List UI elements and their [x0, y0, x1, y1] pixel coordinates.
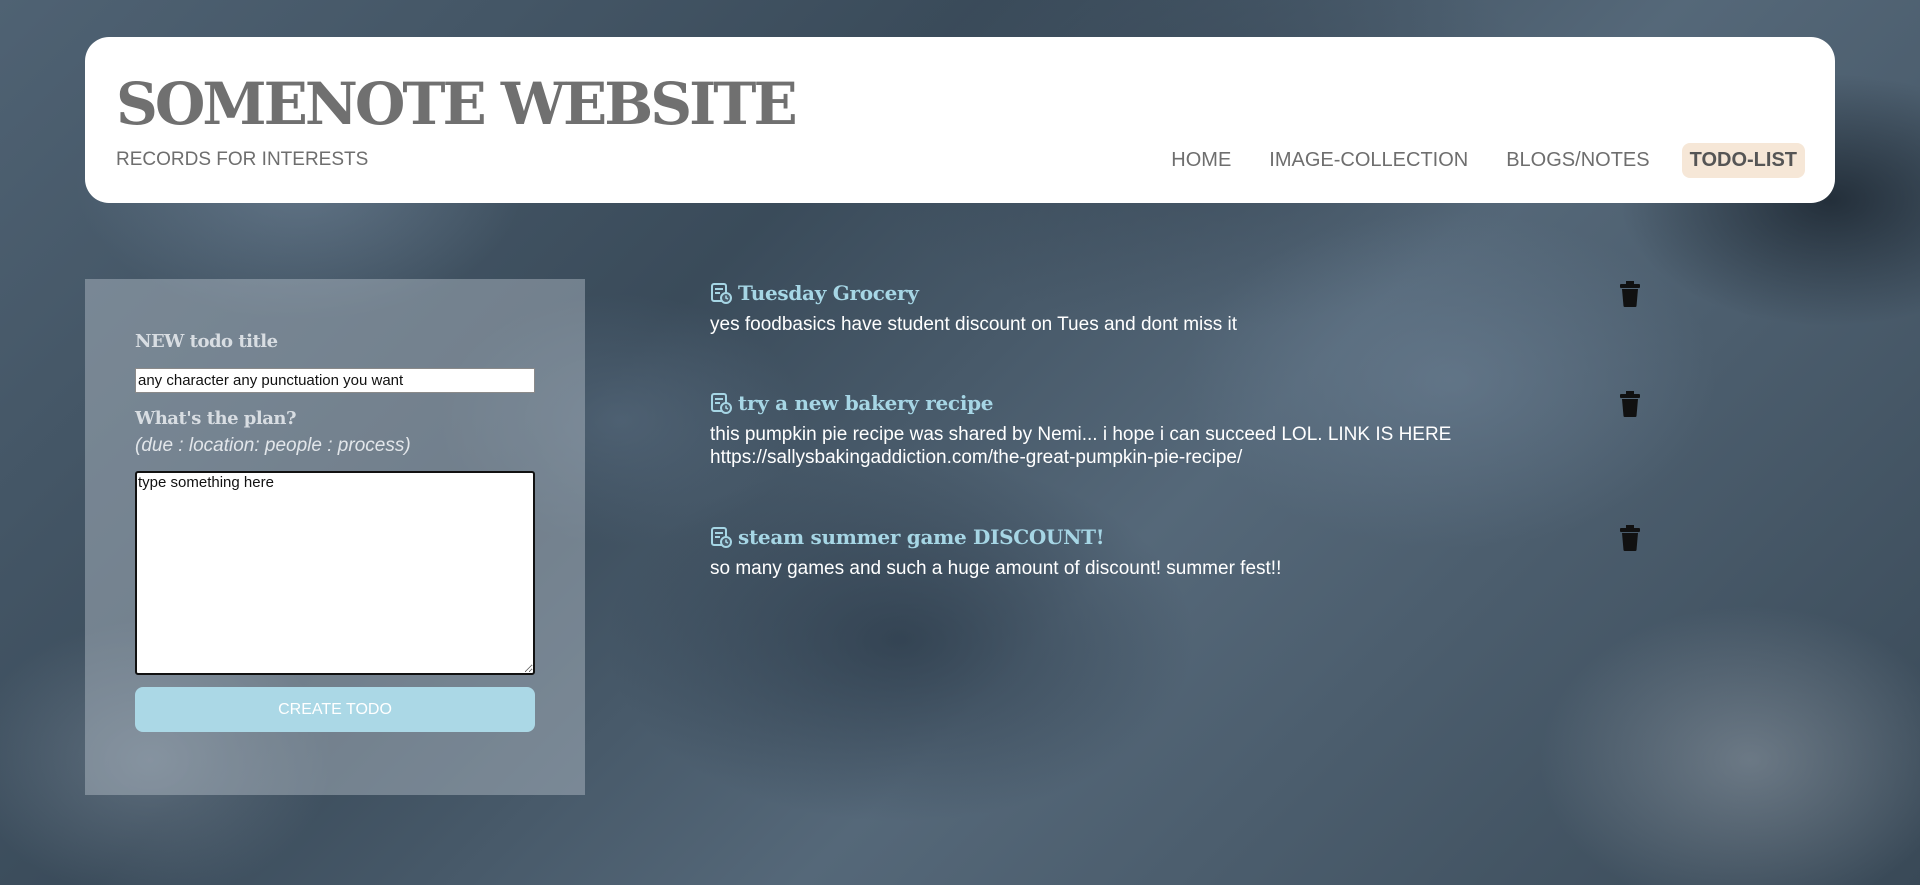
site-subtitle: RECORDS FOR INTERESTS — [116, 149, 369, 170]
todo-title: steam summer game DISCOUNT! — [738, 525, 1105, 549]
trash-icon[interactable] — [1620, 525, 1640, 551]
todo-title-label: NEW todo title — [135, 331, 278, 352]
task-list-icon — [710, 282, 732, 304]
trash-icon[interactable] — [1620, 391, 1640, 417]
nav-item-blogs-notes[interactable]: BLOGS/NOTES — [1492, 143, 1663, 178]
todo-head: try a new bakery recipe — [710, 389, 1640, 417]
task-list-icon — [710, 392, 732, 414]
task-list-icon — [710, 526, 732, 548]
todo-body: so many games and such a huge amount of … — [710, 558, 1282, 579]
nav-item-home[interactable]: HOME — [1157, 143, 1245, 178]
todo-title: try a new bakery recipe — [738, 391, 994, 415]
todo-body: yes foodbasics have student discount on … — [710, 314, 1238, 335]
todo-plan-textarea[interactable]: type something here — [135, 471, 535, 675]
todo-head: steam summer game DISCOUNT! — [710, 523, 1640, 551]
trash-icon[interactable] — [1620, 281, 1640, 307]
todo-plan-hint: (due : location: people : process) — [135, 435, 411, 456]
todo-item: try a new bakery recipe this pumpkin pie… — [710, 389, 1640, 469]
todo-body: this pumpkin pie recipe was shared by Ne… — [710, 424, 1452, 468]
todo-item: Tuesday Grocery yes foodbasics have stud… — [710, 279, 1640, 336]
site-title: SOMENOTE WEBSITE — [116, 70, 798, 138]
site-header: SOMENOTE WEBSITE RECORDS FOR INTERESTS H… — [85, 37, 1835, 203]
nav-item-image-collection[interactable]: IMAGE-COLLECTION — [1255, 143, 1482, 178]
todo-title: Tuesday Grocery — [738, 281, 919, 305]
new-todo-form: NEW todo title What's the plan? (due : l… — [85, 279, 585, 795]
todo-title-input[interactable] — [135, 368, 535, 393]
nav-item-todo-list[interactable]: TODO-LIST — [1681, 143, 1805, 178]
todo-item: steam summer game DISCOUNT! so many game… — [710, 523, 1640, 580]
create-todo-button[interactable]: CREATE TODO — [135, 687, 535, 732]
todo-plan-label: What's the plan? — [135, 408, 297, 429]
todo-head: Tuesday Grocery — [710, 279, 1640, 307]
main-nav: HOME IMAGE-COLLECTION BLOGS/NOTES TODO-L… — [1157, 143, 1805, 178]
